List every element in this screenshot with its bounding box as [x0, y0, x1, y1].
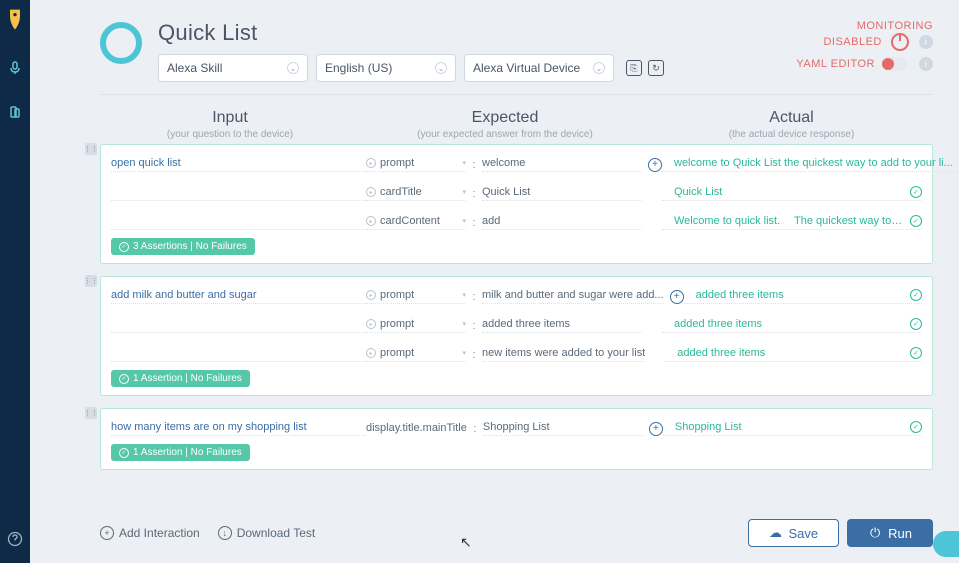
colon: :	[466, 320, 482, 332]
colon: :	[466, 291, 482, 303]
card-handle[interactable]: ⋮⋮	[85, 143, 97, 155]
field-select[interactable]: ▸prompt▾	[366, 289, 466, 304]
play-icon: ▸	[366, 187, 376, 197]
input-cell[interactable]: how many items are on my shopping list	[111, 421, 366, 436]
colon: :	[466, 349, 482, 361]
plus-icon: +	[100, 526, 114, 540]
colon: :	[466, 188, 482, 200]
expected-cell[interactable]: Shopping List	[483, 421, 643, 436]
actual-cell: added three items✓	[665, 347, 922, 362]
refresh-icon[interactable]: ↻	[648, 60, 664, 76]
download-test-link[interactable]: ↓Download Test	[218, 526, 316, 540]
expected-cell[interactable]: added three items	[482, 318, 642, 333]
check-icon: ✓	[119, 374, 129, 384]
assertion-row: add milk and butter and sugar▸prompt▾:mi…	[111, 285, 922, 308]
logo-icon	[5, 8, 25, 32]
check-icon: ✓	[119, 448, 129, 458]
page-title: Quick List	[158, 20, 933, 46]
input-cell[interactable]: add milk and butter and sugar	[111, 289, 366, 304]
skill-select[interactable]: Alexa Skill⌄	[158, 54, 308, 82]
input-cell[interactable]	[111, 348, 366, 362]
locale-select[interactable]: English (US)⌄	[316, 54, 456, 82]
copy-icon[interactable]: ⎘	[626, 60, 642, 76]
actual-cell: added three items✓	[684, 289, 922, 304]
input-cell[interactable]	[111, 319, 366, 333]
colon: :	[466, 159, 482, 171]
card-handle[interactable]: ⋮⋮	[85, 407, 97, 419]
field-select[interactable]: ▸prompt▾	[366, 347, 466, 362]
assertion-row: ▸cardContent▾:add Welcome to quick list.T…	[111, 211, 922, 234]
divider	[100, 94, 933, 95]
field-select[interactable]: display.title.mainTitle	[366, 422, 467, 436]
device-select[interactable]: Alexa Virtual Device⌄	[464, 54, 614, 82]
field-select[interactable]: ▸cardContent▾	[366, 215, 466, 230]
assertion-row: how many items are on my shopping listdi…	[111, 417, 922, 440]
field-select[interactable]: ▸prompt▾	[366, 157, 466, 172]
sidebar	[0, 0, 30, 563]
check-icon: ✓	[910, 421, 922, 433]
mic-icon[interactable]	[7, 60, 23, 76]
chevron-down-icon: ⌄	[593, 62, 605, 74]
check-icon: ✓	[119, 242, 129, 252]
header: Quick List Alexa Skill⌄ English (US)⌄ Al…	[100, 20, 933, 82]
actual-cell: Welcome to quick list.The quickest way t…	[662, 215, 922, 230]
test-card: ⋮⋮add milk and butter and sugar▸prompt▾:…	[100, 276, 933, 396]
chevron-down-icon: ⌄	[287, 62, 299, 74]
power-icon: ⏻	[868, 526, 882, 540]
column-headers: Input(your question to the device) Expec…	[100, 109, 933, 140]
colon: :	[466, 217, 482, 229]
assertion-row: open quick list▸prompt▾:welcome+welcome …	[111, 153, 922, 176]
main-content: Quick List Alexa Skill⌄ English (US)⌄ Al…	[30, 0, 959, 563]
actual-cell: Shopping List✓	[663, 421, 922, 436]
alexa-icon	[100, 22, 142, 64]
assertion-row: ▸prompt▾:added three items added three it…	[111, 314, 922, 337]
expected-cell[interactable]: welcome	[482, 157, 642, 172]
input-cell[interactable]	[111, 187, 366, 201]
colon: :	[467, 423, 483, 435]
help-icon[interactable]	[7, 531, 23, 547]
check-icon: ✓	[910, 289, 922, 301]
check-icon: ✓	[910, 347, 922, 359]
play-icon: ▸	[366, 319, 376, 329]
assertion-badge: ✓3 Assertions | No Failures	[111, 238, 255, 255]
assertion-badge: ✓1 Assertion | No Failures	[111, 370, 250, 387]
add-assertion-icon[interactable]: +	[648, 158, 662, 172]
play-icon: ▸	[366, 158, 376, 168]
input-cell[interactable]	[111, 216, 366, 230]
add-assertion-icon[interactable]: +	[670, 290, 684, 304]
field-select[interactable]: ▸prompt▾	[366, 318, 466, 333]
chat-fab[interactable]	[933, 531, 959, 557]
assertion-row: ▸prompt▾:new items were added to your li…	[111, 343, 922, 366]
expected-cell[interactable]: new items were added to your list	[482, 347, 645, 362]
actual-cell: Quick List✓	[662, 186, 922, 201]
expected-cell[interactable]: Quick List	[482, 186, 642, 201]
check-icon: ✓	[910, 186, 922, 198]
play-icon: ▸	[366, 216, 376, 226]
test-card: ⋮⋮how many items are on my shopping list…	[100, 408, 933, 470]
card-handle[interactable]: ⋮⋮	[85, 275, 97, 287]
check-icon: ✓	[910, 318, 922, 330]
expected-cell[interactable]: add	[482, 215, 642, 230]
add-assertion-icon[interactable]: +	[649, 422, 663, 436]
download-icon: ↓	[218, 526, 232, 540]
assertion-row: ▸cardTitle▾:Quick List Quick List✓	[111, 182, 922, 205]
expected-cell[interactable]: milk and butter and sugar were add...	[482, 289, 664, 304]
play-icon: ▸	[366, 290, 376, 300]
cloud-icon: ☁	[769, 526, 783, 540]
play-icon: ▸	[366, 348, 376, 358]
input-cell[interactable]: open quick list	[111, 157, 366, 172]
check-icon: ✓	[910, 215, 922, 227]
assertion-badge: ✓1 Assertion | No Failures	[111, 444, 250, 461]
device-icon[interactable]	[7, 104, 23, 120]
save-button[interactable]: ☁Save	[748, 519, 840, 547]
run-button[interactable]: ⏻Run	[847, 519, 933, 547]
field-select[interactable]: ▸cardTitle▾	[366, 186, 466, 201]
footer: +Add Interaction ↓Download Test ☁Save ⏻R…	[100, 519, 933, 547]
actual-cell: welcome to Quick List the quickest way t…	[662, 157, 959, 172]
chevron-down-icon: ⌄	[435, 62, 447, 74]
test-card: ⋮⋮open quick list▸prompt▾:welcome+welcom…	[100, 144, 933, 264]
actual-cell: added three items✓	[662, 318, 922, 333]
add-interaction-link[interactable]: +Add Interaction	[100, 526, 200, 540]
